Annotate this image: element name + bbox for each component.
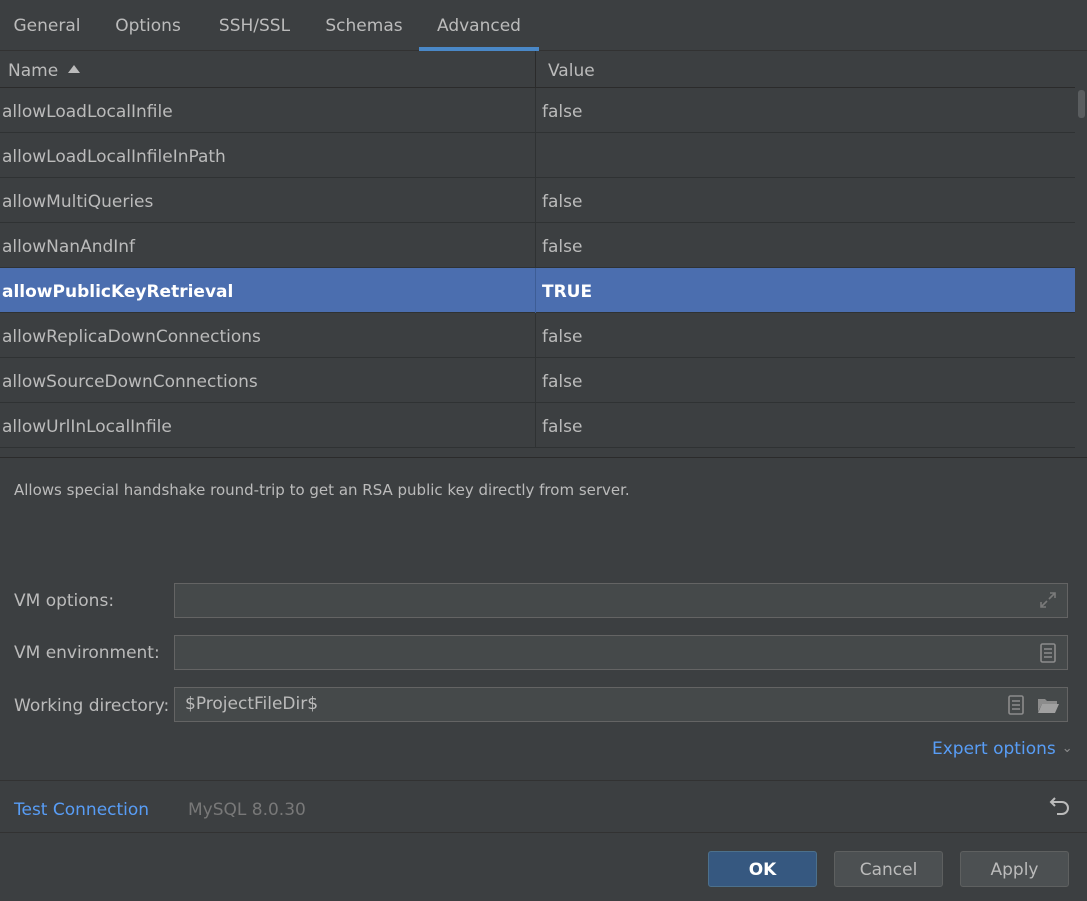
folder-icon[interactable] (1036, 695, 1060, 720)
chevron-down-icon: ⌄ (1061, 741, 1073, 756)
vm-environment-label: VM environment: (14, 643, 160, 663)
cell-divider (535, 358, 536, 403)
cell-divider (535, 313, 536, 358)
splitter[interactable] (0, 457, 1087, 458)
property-name: allowLoadLocalInfileInPath (2, 147, 226, 167)
property-value[interactable]: false (542, 223, 1062, 267)
table-row-selected[interactable]: allowPublicKeyRetrieval TRUE (0, 268, 1075, 313)
column-header-name-label: Name (8, 61, 59, 81)
property-value[interactable]: false (542, 178, 1062, 222)
property-value[interactable]: false (542, 313, 1062, 357)
cell-divider (535, 133, 536, 178)
table-row[interactable]: allowLoadLocalInfile false (0, 88, 1075, 133)
vm-options-label: VM options: (14, 591, 115, 611)
revert-icon[interactable] (1049, 795, 1071, 823)
document-icon[interactable] (1039, 642, 1057, 669)
tab-schemas[interactable]: Schemas (318, 0, 410, 51)
property-value[interactable]: false (542, 403, 1062, 447)
cell-divider (535, 223, 536, 268)
property-name: allowNanAndInf (2, 237, 136, 257)
working-directory-field[interactable]: $ProjectFileDir$ (174, 687, 1068, 722)
vm-options-field[interactable] (174, 583, 1068, 618)
cancel-button[interactable]: Cancel (834, 851, 943, 887)
properties-table: Name Value allowLoadLocalInfile false al… (0, 51, 1087, 457)
tab-bar: General Options SSH/SSL Schemas Advanced (0, 0, 1087, 51)
cell-divider (535, 178, 536, 223)
property-name: allowReplicaDownConnections (2, 327, 261, 347)
property-description: Allows special handshake round-trip to g… (14, 481, 630, 499)
column-header-value[interactable]: Value (548, 51, 948, 88)
cell-divider (535, 88, 536, 133)
property-name: allowPublicKeyRetrieval (2, 282, 234, 302)
vm-environment-field[interactable] (174, 635, 1068, 670)
table-row[interactable]: allowLoadLocalInfileInPath (0, 133, 1075, 178)
column-header-name[interactable]: Name (8, 51, 528, 88)
document-icon[interactable] (1007, 694, 1025, 721)
table-row[interactable]: allowNanAndInf false (0, 223, 1075, 268)
sort-ascending-icon (68, 65, 81, 73)
cell-divider (535, 268, 536, 313)
test-connection-link[interactable]: Test Connection (14, 800, 149, 820)
table-body: allowLoadLocalInfile false allowLoadLoca… (0, 88, 1075, 448)
table-header: Name Value (0, 51, 1075, 88)
property-value[interactable]: TRUE (542, 268, 1062, 312)
property-name: allowSourceDownConnections (2, 372, 258, 392)
working-directory-label: Working directory: (14, 696, 170, 716)
tab-ssh-ssl[interactable]: SSH/SSL (209, 0, 300, 51)
column-divider[interactable] (535, 51, 536, 88)
expert-options-label: Expert options (932, 739, 1056, 759)
property-value[interactable]: false (542, 88, 1062, 132)
tab-advanced[interactable]: Advanced (419, 0, 539, 51)
property-name: allowUrlInLocalInfile (2, 417, 172, 437)
property-name: allowMultiQueries (2, 192, 154, 212)
table-row[interactable]: allowMultiQueries false (0, 178, 1075, 223)
property-value[interactable] (542, 133, 1062, 177)
table-scrollbar[interactable] (1075, 88, 1087, 457)
scrollbar-thumb[interactable] (1078, 90, 1085, 118)
cell-divider (535, 403, 536, 448)
apply-button[interactable]: Apply (960, 851, 1069, 887)
driver-version: MySQL 8.0.30 (188, 800, 306, 820)
property-name: allowLoadLocalInfile (2, 102, 173, 122)
tab-general[interactable]: General (6, 0, 88, 51)
ok-button[interactable]: OK (708, 851, 817, 887)
expert-options-link[interactable]: Expert options ⌄ (932, 739, 1073, 759)
table-row[interactable]: allowReplicaDownConnections false (0, 313, 1075, 358)
connection-footer (0, 780, 1087, 833)
table-row[interactable]: allowUrlInLocalInfile false (0, 403, 1075, 448)
property-value[interactable]: false (542, 358, 1062, 402)
tab-options[interactable]: Options (106, 0, 190, 51)
expand-icon[interactable] (1038, 590, 1058, 615)
table-row[interactable]: allowSourceDownConnections false (0, 358, 1075, 403)
